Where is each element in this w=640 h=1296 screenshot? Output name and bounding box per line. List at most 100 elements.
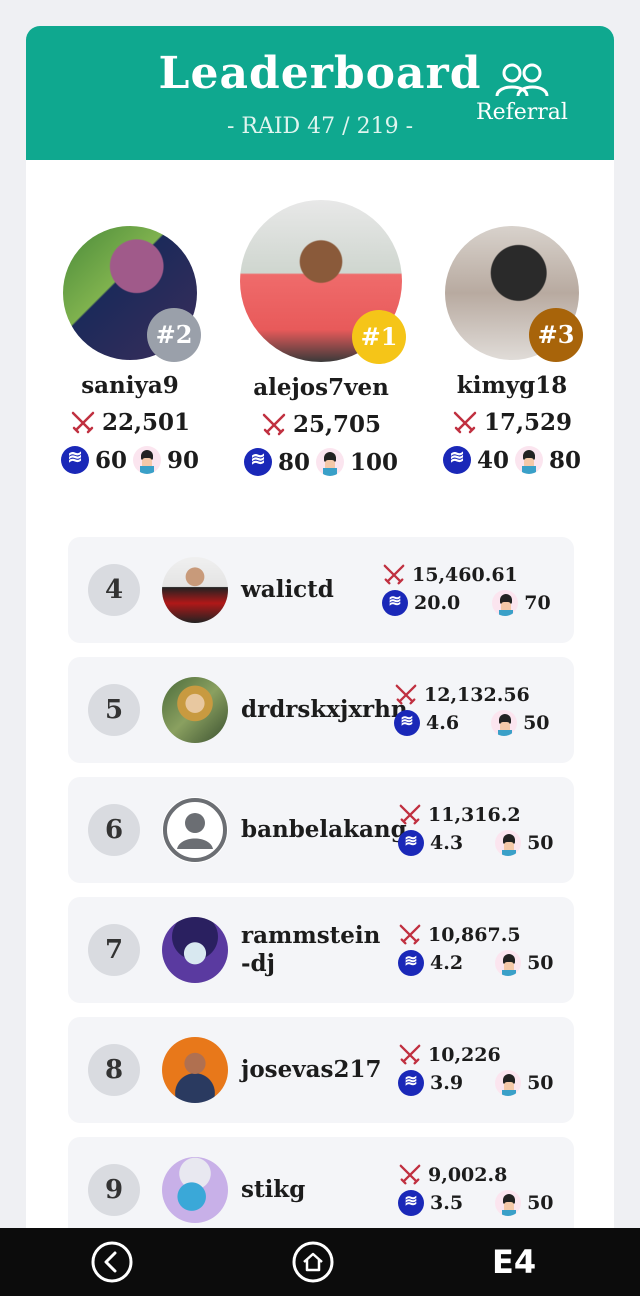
character-icon xyxy=(133,446,161,474)
character-value: 70 xyxy=(524,592,551,614)
player-stats: 9,002.8 3.5 50 xyxy=(398,1161,554,1217)
default-avatar-icon xyxy=(162,797,228,863)
leaderboard-card: Leaderboard - RAID 47 / 219 - Referral #… xyxy=(26,26,614,1246)
swords-icon xyxy=(399,804,421,825)
player-name: alejos7ven xyxy=(253,374,389,401)
home-icon xyxy=(292,1241,334,1283)
leaderboard-row[interactable]: 6 banbelakang 11,316.2 4.3 50 xyxy=(68,777,574,883)
swords-icon xyxy=(453,411,477,433)
avatar xyxy=(162,557,228,623)
podium-second[interactable]: #2 saniya9 22,501 60 90 xyxy=(42,226,218,474)
player-name: drdrskxjxrhn xyxy=(241,696,408,723)
coin-icon xyxy=(243,448,272,476)
avatar: #2 xyxy=(63,226,201,362)
swords-icon xyxy=(399,1044,421,1065)
player-name: josevas217 xyxy=(241,1056,382,1083)
rank-number: 5 xyxy=(88,684,140,736)
character-icon xyxy=(495,950,522,976)
avatar xyxy=(162,1037,228,1103)
avatar: #3 xyxy=(445,226,583,362)
score-value: 11,316.2 xyxy=(428,804,521,826)
swords-icon xyxy=(262,413,286,435)
leaderboard-row[interactable]: 4 walictd 15,460.61 20.0 70 xyxy=(68,537,574,643)
player-stats: 15,460.61 20.0 70 xyxy=(382,561,551,617)
rank-badge: #2 xyxy=(147,308,201,362)
character-value: 50 xyxy=(527,1192,554,1214)
player-name: walictd xyxy=(241,576,334,603)
score-row: 25,705 xyxy=(226,411,416,438)
coin-value: 4.2 xyxy=(430,952,464,974)
podium-third[interactable]: #3 kimyg18 17,529 40 80 xyxy=(424,226,600,474)
coin-icon xyxy=(398,950,424,976)
back-icon xyxy=(91,1241,133,1283)
avatar xyxy=(162,1157,228,1223)
users-icon xyxy=(495,63,549,97)
rank-number: 6 xyxy=(88,804,140,856)
player-stats: 11,316.2 4.3 50 xyxy=(398,801,554,857)
referral-label: Referral xyxy=(476,100,568,125)
score-value: 25,705 xyxy=(292,411,382,438)
coin-icon xyxy=(398,830,424,856)
player-name: kimyg18 xyxy=(456,372,568,399)
coin-icon xyxy=(398,1190,424,1216)
leaderboard-row[interactable]: 7 rammstein-dj 10,867.5 4.2 50 xyxy=(68,897,574,1003)
character-icon xyxy=(495,1070,522,1096)
score-row: 17,529 xyxy=(424,409,600,436)
score-value: 12,132.56 xyxy=(424,684,530,706)
coin-icon xyxy=(442,446,471,474)
brand-logo[interactable]: E4 xyxy=(492,1240,552,1284)
character-icon xyxy=(492,590,519,616)
character-value: 80 xyxy=(549,446,582,474)
player-name: banbelakang xyxy=(241,816,407,843)
avatar: #1 xyxy=(240,200,406,364)
character-icon xyxy=(495,830,522,856)
coin-value: 60 xyxy=(94,446,127,474)
player-stats: 10,226 3.9 50 xyxy=(398,1041,554,1097)
coin-value: 3.5 xyxy=(430,1192,464,1214)
back-button[interactable] xyxy=(90,1240,134,1284)
player-stats: 10,867.5 4.2 50 xyxy=(398,921,554,977)
rank-badge: #1 xyxy=(352,310,406,364)
score-value: 17,529 xyxy=(483,409,573,436)
coin-value: 80 xyxy=(277,448,310,476)
coin-value: 3.9 xyxy=(430,1072,464,1094)
coin-value: 20.0 xyxy=(414,592,461,614)
rewards-row: 80 100 xyxy=(226,448,416,476)
rewards-row: 40 80 xyxy=(424,446,600,474)
character-value: 100 xyxy=(350,448,399,476)
character-value: 50 xyxy=(527,832,554,854)
podium-first[interactable]: #1 alejos7ven 25,705 80 100 xyxy=(226,200,416,476)
brand-label: E4 xyxy=(492,1243,537,1281)
coin-icon xyxy=(382,590,408,616)
character-icon xyxy=(515,446,543,474)
swords-icon xyxy=(395,684,417,705)
home-button[interactable] xyxy=(291,1240,335,1284)
rank-number: 8 xyxy=(88,1044,140,1096)
leaderboard-row[interactable]: 8 josevas217 10,226 3.9 50 xyxy=(68,1017,574,1123)
rank-number: 4 xyxy=(88,564,140,616)
coin-value: 4.6 xyxy=(426,712,460,734)
rank-number: 9 xyxy=(88,1164,140,1216)
bottom-nav-bar: E4 xyxy=(0,1228,640,1296)
score-value: 10,867.5 xyxy=(428,924,521,946)
coin-icon xyxy=(60,446,89,474)
coin-icon xyxy=(394,710,420,736)
rank-badge: #3 xyxy=(529,308,583,362)
character-icon xyxy=(495,1190,522,1216)
score-value: 15,460.61 xyxy=(412,564,518,586)
score-value: 10,226 xyxy=(428,1044,501,1066)
score-row: 22,501 xyxy=(42,409,218,436)
swords-icon xyxy=(399,924,421,945)
rank-number: 7 xyxy=(88,924,140,976)
leaderboard-row[interactable]: 5 drdrskxjxrhn 12,132.56 4.6 50 xyxy=(68,657,574,763)
coin-value: 4.3 xyxy=(430,832,464,854)
character-value: 90 xyxy=(167,446,200,474)
header: Leaderboard - RAID 47 / 219 - Referral xyxy=(26,26,614,160)
referral-button[interactable]: Referral xyxy=(476,62,568,125)
score-value: 9,002.8 xyxy=(428,1164,508,1186)
swords-icon xyxy=(383,564,405,585)
avatar xyxy=(162,917,228,983)
character-icon xyxy=(491,710,518,736)
player-name: saniya9 xyxy=(81,372,179,399)
swords-icon xyxy=(399,1164,421,1185)
